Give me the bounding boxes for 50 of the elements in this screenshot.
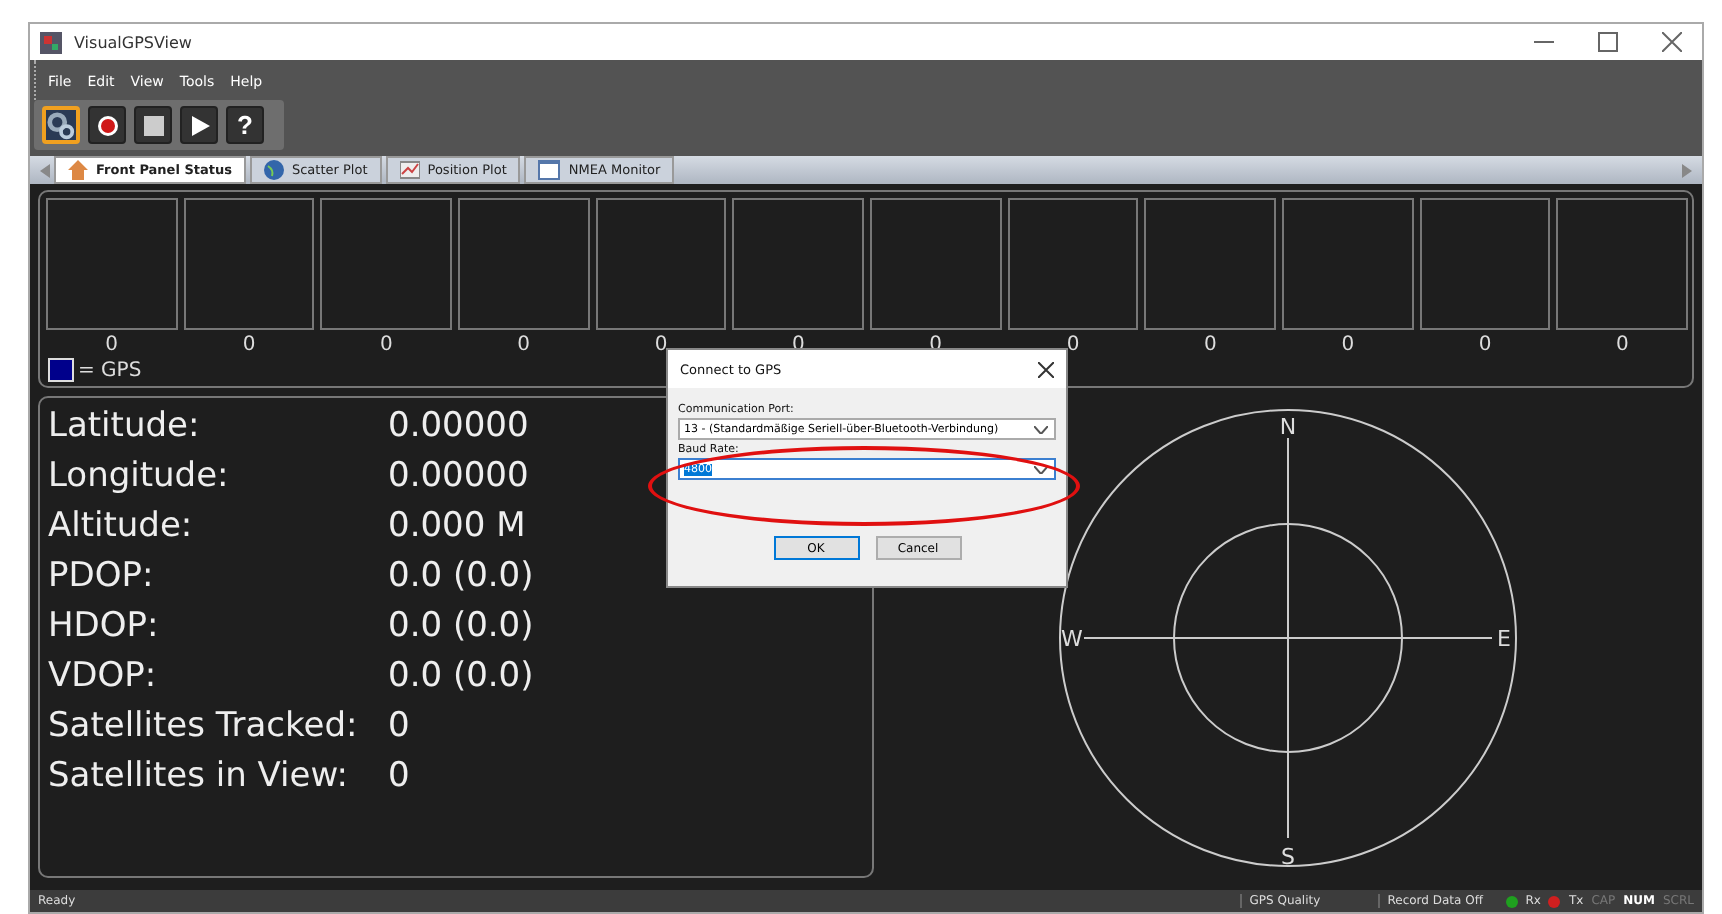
- stop-button[interactable]: [134, 106, 172, 144]
- play-button[interactable]: [180, 106, 218, 144]
- signal-value: 0: [517, 334, 531, 356]
- field-value: 0.0 (0.0): [388, 605, 534, 645]
- signal-value: 0: [1478, 334, 1492, 356]
- close-icon[interactable]: [1038, 361, 1054, 377]
- record-icon: [95, 113, 119, 137]
- gears-icon: [46, 109, 76, 141]
- field-value: 0.0 (0.0): [388, 655, 534, 695]
- help-button[interactable]: ?: [226, 106, 264, 144]
- stop-icon: [141, 113, 165, 137]
- close-icon[interactable]: [1662, 32, 1682, 52]
- field-label: Latitude:: [48, 405, 202, 445]
- maximize-icon[interactable]: [1598, 32, 1618, 52]
- field-label: Altitude:: [48, 505, 195, 545]
- legend-label: = GPS: [78, 359, 142, 381]
- signal-value: 0: [105, 334, 119, 356]
- app-icon: [40, 31, 62, 53]
- field-value: 0.00000: [388, 455, 529, 495]
- field-value: 0: [388, 755, 410, 795]
- compass-label: S: [1281, 843, 1295, 869]
- signal-value: 0: [242, 334, 256, 356]
- record-button[interactable]: [88, 106, 126, 144]
- signal-value: 0: [379, 334, 393, 356]
- field-value: 0.000 M: [388, 505, 526, 545]
- signal-value: 0: [654, 334, 668, 356]
- field-label: PDOP:: [48, 555, 156, 595]
- globe-icon: [263, 160, 284, 180]
- compass-label: E: [1497, 625, 1511, 651]
- play-icon: [187, 113, 211, 137]
- field-label: HDOP:: [48, 605, 161, 645]
- chevron-icon: [1034, 465, 1048, 473]
- compass-label: N: [1279, 413, 1297, 439]
- window-icon: [538, 160, 561, 180]
- chart-icon: [399, 160, 420, 180]
- field-label: VDOP:: [48, 655, 159, 695]
- settings-button[interactable]: [42, 106, 80, 144]
- window-title: VisualGPSView: [74, 33, 192, 51]
- signal-value: 0: [1204, 334, 1217, 356]
- signal-value: 0: [1066, 334, 1080, 356]
- field-value: 0.00000: [388, 405, 529, 445]
- field-label: Satellites Tracked:: [48, 705, 360, 745]
- compass-label: W: [1061, 625, 1083, 651]
- field-value: 0: [388, 705, 410, 745]
- signal-value: 0: [1616, 334, 1629, 356]
- field-value: 0.0 (0.0): [388, 555, 534, 595]
- field-label: Longitude:: [48, 455, 231, 495]
- signal-value: 0: [1341, 334, 1355, 356]
- field-label: Satellites in View:: [48, 755, 350, 795]
- chevron-icon: [1034, 425, 1048, 433]
